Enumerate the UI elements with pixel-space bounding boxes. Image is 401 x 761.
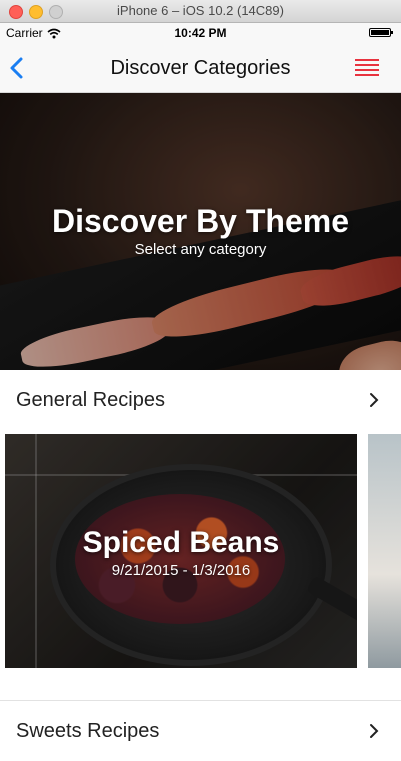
section-row-general-recipes[interactable]: General Recipes xyxy=(0,370,401,430)
chevron-right-icon xyxy=(370,393,379,407)
battery-icon xyxy=(369,28,393,37)
section-row-sweets-recipes[interactable]: Sweets Recipes xyxy=(0,701,401,761)
card-dates: 9/21/2015 - 1/3/2016 xyxy=(111,562,251,579)
hero-subtitle: Select any category xyxy=(134,241,267,258)
recipe-card-spiced-beans[interactable]: Spiced Beans 9/21/2015 - 1/3/2016 xyxy=(5,434,357,668)
hamburger-menu-icon xyxy=(355,59,379,76)
navigation-bar: Discover Categories xyxy=(0,43,401,93)
nav-title: Discover Categories xyxy=(110,57,291,79)
hero-title: Discover By Theme xyxy=(51,203,349,239)
menu-button[interactable] xyxy=(355,59,379,77)
status-time: 10:42 PM xyxy=(174,26,227,40)
card-title: Spiced Beans xyxy=(82,526,280,559)
section-label: Sweets Recipes xyxy=(16,720,160,742)
recipe-card-next-peek[interactable] xyxy=(368,434,401,668)
window-title: iPhone 6 – iOS 10.2 (14C89) xyxy=(117,3,284,18)
simulator-title-bar: iPhone 6 – iOS 10.2 (14C89) xyxy=(0,0,401,23)
status-bar: Carrier 10:42 PM xyxy=(0,23,401,43)
chevron-right-icon xyxy=(370,724,379,738)
hero-banner[interactable]: Discover By Theme Select any category xyxy=(0,93,401,370)
section-label: General Recipes xyxy=(16,389,165,411)
